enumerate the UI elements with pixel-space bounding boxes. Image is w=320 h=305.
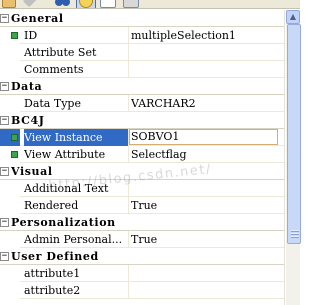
row-gutter <box>0 197 20 214</box>
property-value[interactable]: True <box>131 197 281 214</box>
property-name: Additional Text <box>24 182 109 195</box>
property-row[interactable]: Rendered True <box>0 197 284 214</box>
category-row[interactable]: − User Defined <box>0 248 284 265</box>
property-value[interactable] <box>131 265 281 282</box>
category-row[interactable]: − Personalization <box>0 214 284 231</box>
sort-icon[interactable] <box>22 0 39 8</box>
row-gutter <box>0 61 20 78</box>
category-row[interactable]: − General <box>0 10 284 27</box>
collapse-icon[interactable]: − <box>0 167 9 176</box>
column-divider[interactable] <box>128 265 129 282</box>
property-grid: − General ID multipleSelection1 Attribute Se… <box>0 10 284 299</box>
property-value[interactable]: multipleSelection1 <box>131 27 281 44</box>
row-gutter <box>0 265 20 282</box>
property-value[interactable] <box>131 44 281 61</box>
property-value[interactable]: True <box>131 231 281 248</box>
column-divider[interactable] <box>128 180 129 197</box>
column-divider[interactable] <box>128 231 129 248</box>
column-divider[interactable] <box>128 61 129 78</box>
column-divider[interactable] <box>128 95 129 112</box>
property-row[interactable]: Attribute Set <box>0 44 284 61</box>
property-value[interactable]: Selectflag <box>131 146 281 163</box>
property-row[interactable]: View Attribute Selectflag <box>0 146 284 163</box>
property-name: attribute2 <box>24 284 81 297</box>
row-gutter <box>0 231 20 248</box>
category-row[interactable]: − BC4J <box>0 112 284 129</box>
property-name: Admin Personal... <box>24 233 123 246</box>
collapse-icon[interactable]: − <box>0 116 9 125</box>
row-gutter <box>0 282 20 299</box>
property-value[interactable]: VARCHAR2 <box>131 95 281 112</box>
row-gutter <box>0 44 20 61</box>
property-row[interactable]: attribute1 <box>0 265 284 282</box>
property-name: View Attribute <box>24 148 106 161</box>
property-value[interactable] <box>131 282 281 299</box>
property-set-icon <box>11 134 18 141</box>
property-set-icon <box>11 32 18 39</box>
properties-toolbar <box>0 0 300 9</box>
categorized-icon[interactable] <box>2 0 16 8</box>
column-divider[interactable] <box>128 146 129 163</box>
property-name: ID <box>24 29 38 42</box>
category-row[interactable]: − Data <box>0 78 284 95</box>
property-row[interactable]: attribute2 <box>0 282 284 299</box>
category-label: User Defined <box>11 250 99 263</box>
grip-line <box>291 236 299 237</box>
column-divider[interactable] <box>128 27 129 44</box>
scroll-up-icon[interactable]: ▲ <box>286 10 300 24</box>
row-gutter <box>0 95 20 112</box>
collapse-icon[interactable]: − <box>0 218 9 227</box>
property-name: Comments <box>24 63 84 76</box>
property-row[interactable]: ID multipleSelection1 <box>0 27 284 44</box>
column-divider[interactable] <box>128 197 129 214</box>
category-label: Data <box>11 80 43 93</box>
property-name: Rendered <box>24 199 79 212</box>
scroll-track[interactable] <box>286 24 301 305</box>
events-icon[interactable] <box>100 0 116 8</box>
property-row[interactable]: Comments <box>0 61 284 78</box>
grip-line <box>291 233 299 234</box>
scroll-thumb[interactable] <box>287 24 301 244</box>
view-icon-secondary <box>62 0 70 6</box>
property-row[interactable]: View Instance SOBVO1 <box>0 129 284 146</box>
property-set-icon <box>11 151 18 158</box>
grid-icon[interactable] <box>123 0 139 8</box>
collapse-icon[interactable]: − <box>0 14 9 23</box>
property-value[interactable] <box>131 61 281 78</box>
property-name: attribute1 <box>24 267 81 280</box>
category-label: Visual <box>11 165 53 178</box>
category-label: General <box>11 12 64 25</box>
collapse-icon[interactable]: − <box>0 82 9 91</box>
property-row[interactable]: Additional Text <box>0 180 284 197</box>
vertical-scrollbar[interactable]: ▲ <box>284 10 301 305</box>
grip-line <box>291 230 299 231</box>
property-value-editor[interactable]: SOBVO1 <box>129 129 278 145</box>
column-divider[interactable] <box>128 282 129 299</box>
category-label: Personalization <box>11 216 116 229</box>
property-name: View Instance <box>24 129 128 146</box>
property-value[interactable] <box>131 180 281 197</box>
collapse-icon[interactable]: − <box>0 252 9 261</box>
column-divider[interactable] <box>128 44 129 61</box>
category-label: BC4J <box>11 114 45 127</box>
property-name: Attribute Set <box>24 46 97 59</box>
property-name: Data Type <box>24 97 81 110</box>
category-row[interactable]: − Visual <box>0 163 284 180</box>
property-row[interactable]: Data Type VARCHAR2 <box>0 95 284 112</box>
row-gutter <box>0 180 20 197</box>
property-row[interactable]: Admin Personal... True <box>0 231 284 248</box>
